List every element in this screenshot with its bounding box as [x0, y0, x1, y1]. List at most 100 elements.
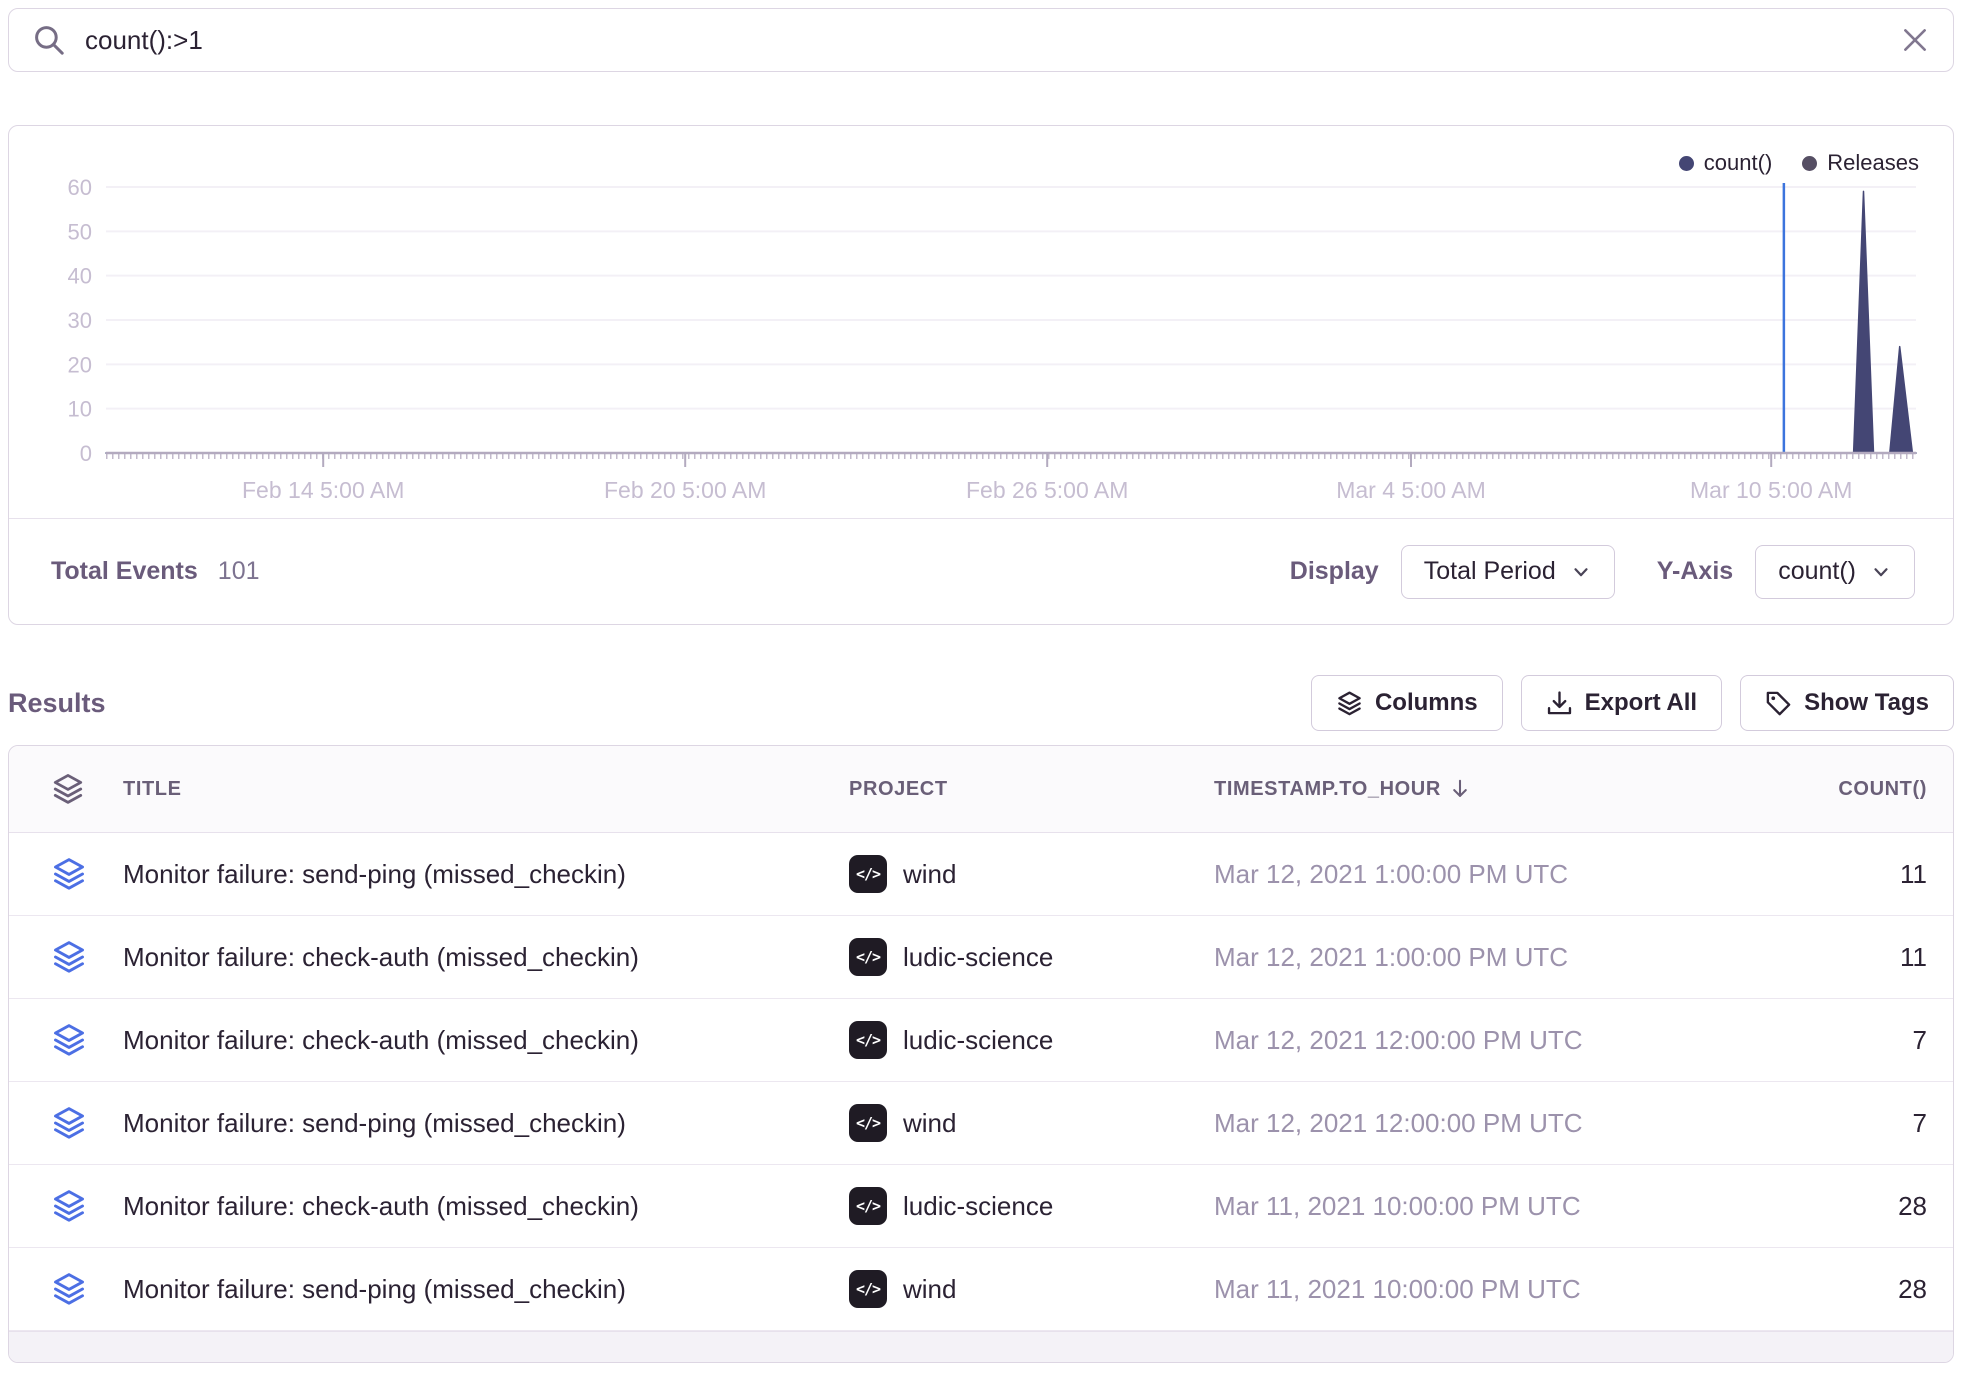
table-header-row: TITLE PROJECT TIMESTAMP.TO_HOUR COUNT() [9, 746, 1953, 833]
column-header-count[interactable]: COUNT() [1838, 778, 1927, 801]
discover-page: 0 10 20 30 40 50 60 Feb 14 5:00 AM Feb 20 5:00 A… [0, 0, 1962, 1374]
legend-dot-releases-icon [1802, 156, 1817, 171]
row-count: 7 [1913, 1025, 1927, 1056]
row-project: </> wind [849, 855, 1214, 893]
total-events-value: 101 [218, 557, 260, 586]
y-axis-dropdown-value: count() [1778, 557, 1856, 586]
svg-text:Mar 10 5:00 AM: Mar 10 5:00 AM [1690, 477, 1852, 503]
row-project-name: ludic-science [903, 942, 1053, 973]
table-row: Monitor failure: send-ping (missed_check… [9, 1082, 1953, 1165]
row-timestamp: Mar 12, 2021 1:00:00 PM UTC [1214, 859, 1714, 890]
row-project: </> ludic-science [849, 1021, 1214, 1059]
show-tags-button-label: Show Tags [1804, 689, 1929, 717]
table-row: Monitor failure: check-auth (missed_chec… [9, 999, 1953, 1082]
svg-text:30: 30 [68, 308, 92, 333]
column-header-project[interactable]: PROJECT [849, 778, 1214, 801]
display-label: Display [1290, 557, 1379, 586]
svg-text:Feb 20 5:00 AM: Feb 20 5:00 AM [604, 477, 766, 503]
row-project-name: wind [903, 1274, 956, 1305]
column-header-timestamp-label: TIMESTAMP.TO_HOUR [1214, 778, 1441, 801]
code-icon: </> [849, 938, 887, 976]
chart-legend: count() Releases [1679, 150, 1919, 176]
row-timestamp: Mar 11, 2021 10:00:00 PM UTC [1214, 1274, 1714, 1305]
events-chart-panel: 0 10 20 30 40 50 60 Feb 14 5:00 AM Feb 20 5:00 A… [8, 125, 1954, 625]
row-count: 11 [1900, 859, 1927, 890]
results-title: Results [8, 688, 106, 719]
row-project-name: ludic-science [903, 1025, 1053, 1056]
svg-text:60: 60 [68, 175, 92, 200]
svg-text:0: 0 [80, 441, 92, 466]
chart-footer: Total Events 101 Display Total Period Y-… [9, 518, 1953, 624]
svg-text:Feb 14 5:00 AM: Feb 14 5:00 AM [242, 477, 404, 503]
row-stack-icon[interactable] [51, 1105, 123, 1141]
legend-item-count[interactable]: count() [1679, 150, 1772, 176]
table-row: Monitor failure: check-auth (missed_chec… [9, 916, 1953, 999]
row-count: 28 [1898, 1191, 1927, 1222]
row-project: </> wind [849, 1270, 1214, 1308]
row-stack-icon[interactable] [51, 1271, 123, 1307]
row-timestamp: Mar 12, 2021 12:00:00 PM UTC [1214, 1108, 1714, 1139]
svg-text:40: 40 [68, 264, 92, 289]
svg-text:Mar 4 5:00 AM: Mar 4 5:00 AM [1336, 477, 1486, 503]
svg-text:10: 10 [68, 397, 92, 422]
download-icon [1546, 690, 1573, 717]
code-icon: </> [849, 1104, 887, 1142]
row-project-name: wind [903, 859, 956, 890]
results-table: TITLE PROJECT TIMESTAMP.TO_HOUR COUNT() … [8, 745, 1954, 1363]
row-timestamp: Mar 12, 2021 1:00:00 PM UTC [1214, 942, 1714, 973]
table-row: Monitor failure: check-auth (missed_chec… [9, 1165, 1953, 1248]
table-footer [9, 1331, 1953, 1362]
display-dropdown[interactable]: Total Period [1401, 545, 1615, 599]
chevron-down-icon [1570, 561, 1592, 583]
row-project-name: ludic-science [903, 1191, 1053, 1222]
legend-label: count() [1704, 150, 1772, 176]
search-input[interactable] [83, 24, 1901, 57]
row-project-name: wind [903, 1108, 956, 1139]
code-icon: </> [849, 1021, 887, 1059]
row-title-link[interactable]: Monitor failure: send-ping (missed_check… [123, 1108, 849, 1139]
row-title-link[interactable]: Monitor failure: check-auth (missed_chec… [123, 1191, 849, 1222]
svg-text:Feb 26 5:00 AM: Feb 26 5:00 AM [966, 477, 1128, 503]
legend-dot-count-icon [1679, 156, 1694, 171]
chevron-down-icon [1870, 561, 1892, 583]
code-icon: </> [849, 855, 887, 893]
row-title-link[interactable]: Monitor failure: check-auth (missed_chec… [123, 942, 849, 973]
export-all-button-label: Export All [1585, 689, 1697, 717]
y-axis-dropdown[interactable]: count() [1755, 545, 1915, 599]
columns-button[interactable]: Columns [1311, 675, 1503, 731]
code-icon: </> [849, 1270, 887, 1308]
row-stack-icon[interactable] [51, 939, 123, 975]
tag-icon [1765, 690, 1792, 717]
row-timestamp: Mar 11, 2021 10:00:00 PM UTC [1214, 1191, 1714, 1222]
y-axis-label: Y-Axis [1657, 557, 1733, 586]
row-stack-icon[interactable] [51, 856, 123, 892]
row-stack-icon[interactable] [51, 1022, 123, 1058]
svg-text:50: 50 [68, 219, 92, 244]
export-all-button[interactable]: Export All [1521, 675, 1722, 731]
row-title-link[interactable]: Monitor failure: send-ping (missed_check… [123, 1274, 849, 1305]
total-events-label: Total Events [51, 557, 198, 586]
legend-item-releases[interactable]: Releases [1802, 150, 1919, 176]
row-stack-icon[interactable] [51, 1188, 123, 1224]
svg-text:20: 20 [68, 352, 92, 377]
show-tags-button[interactable]: Show Tags [1740, 675, 1954, 731]
layers-icon [1336, 690, 1363, 717]
close-icon[interactable] [1901, 26, 1929, 54]
table-row: Monitor failure: send-ping (missed_check… [9, 833, 1953, 916]
sort-desc-arrow-icon [1449, 778, 1471, 800]
row-project: </> wind [849, 1104, 1214, 1142]
code-icon: </> [849, 1187, 887, 1225]
column-header-title[interactable]: TITLE [123, 778, 849, 801]
column-header-timestamp[interactable]: TIMESTAMP.TO_HOUR [1214, 778, 1714, 801]
row-count: 11 [1900, 942, 1927, 973]
legend-label: Releases [1827, 150, 1919, 176]
row-count: 7 [1913, 1108, 1927, 1139]
row-title-link[interactable]: Monitor failure: send-ping (missed_check… [123, 859, 849, 890]
row-count: 28 [1898, 1274, 1927, 1305]
search-icon [33, 24, 65, 56]
row-title-link[interactable]: Monitor failure: check-auth (missed_chec… [123, 1025, 849, 1056]
row-timestamp: Mar 12, 2021 12:00:00 PM UTC [1214, 1025, 1714, 1056]
table-row: Monitor failure: send-ping (missed_check… [9, 1248, 1953, 1331]
results-bar: Results Columns Export All Show Tags [8, 672, 1954, 734]
edit-columns-icon[interactable] [51, 772, 123, 806]
